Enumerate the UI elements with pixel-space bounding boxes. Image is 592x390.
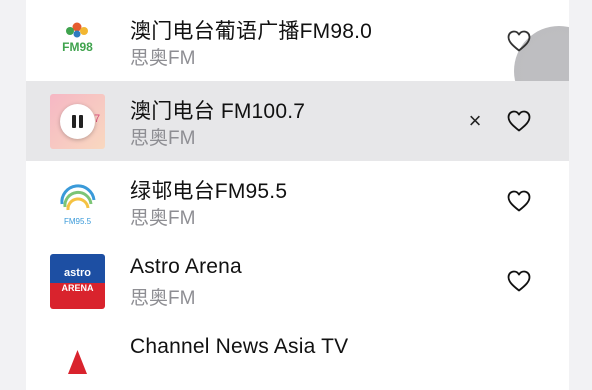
station-logo-fm1007: 7 [50,94,105,149]
station-subtitle: 思奥FM [130,288,196,309]
close-icon[interactable]: × [466,109,484,133]
heart-outline-icon[interactable] [507,270,531,292]
station-logo-fm955: FM95.5 [50,174,105,229]
station-logo-astro-arena: astro ARENA [50,254,105,309]
station-title: Astro Arena [130,255,242,278]
pause-button[interactable] [60,104,95,139]
heart-outline-icon[interactable] [507,110,531,132]
station-row[interactable]: FM98 澳门电台葡语广播FM98.0 思奥FM [26,1,569,116]
station-subtitle: 思奥FM [130,208,196,229]
station-list: FM98 澳门电台葡语广播FM98.0 思奥FM 7 澳门电台 FM100.7 … [26,0,569,390]
station-logo-cna [50,334,105,389]
pause-icon [72,115,76,128]
heart-outline-icon[interactable] [507,30,531,52]
station-subtitle: 思奥FM [130,48,196,69]
station-title: 澳门电台 FM100.7 [130,100,306,123]
station-row-playing[interactable]: 7 澳门电台 FM100.7 思奥FM × [26,81,569,161]
logo-text: FM95.5 [64,217,92,226]
station-row[interactable]: Channel News Asia TV [26,321,569,390]
station-title: 绿邨电台FM95.5 [130,180,288,203]
logo-text-top: astro [64,267,91,279]
station-row[interactable]: astro ARENA Astro Arena 思奥FM [26,241,569,321]
station-subtitle: 思奥FM [130,128,196,149]
station-row[interactable]: FM95.5 绿邨电台FM95.5 思奥FM [26,161,569,241]
station-title: 澳门电台葡语广播FM98.0 [130,20,372,43]
logo-text-bottom: ARENA [61,283,94,293]
logo-text: FM98 [62,40,93,54]
station-logo-fm98: FM98 [50,14,105,69]
heart-outline-icon[interactable] [507,190,531,212]
station-title: Channel News Asia TV [130,335,349,358]
